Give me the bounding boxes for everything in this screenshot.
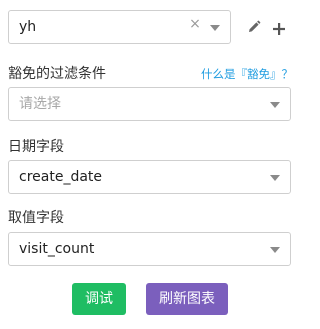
date-field-value: create_date: [19, 169, 103, 185]
plus-icon[interactable]: [273, 20, 285, 35]
filter-condition-label: 豁免的过滤条件: [8, 66, 106, 82]
what-is-exemption-link[interactable]: 什么是『豁免』？: [201, 66, 293, 82]
date-field-select[interactable]: create_date: [8, 160, 291, 194]
pencil-icon[interactable]: [247, 19, 261, 33]
date-field-label: 日期字段: [8, 139, 64, 155]
refresh-chart-button[interactable]: 刷新图表: [146, 283, 228, 315]
debug-button[interactable]: 调试: [72, 283, 126, 315]
chevron-down-icon: [270, 175, 280, 181]
clear-icon[interactable]: ×: [189, 17, 201, 31]
chevron-down-icon: [270, 247, 280, 253]
value-field-label: 取值字段: [8, 210, 64, 226]
filter-condition-select[interactable]: 请选择: [8, 87, 291, 121]
chevron-down-icon: [270, 102, 280, 108]
dimension-select-value: yh: [19, 19, 37, 35]
chevron-down-icon[interactable]: [210, 25, 220, 31]
value-field-value: visit_count: [19, 241, 95, 257]
value-field-select[interactable]: visit_count: [8, 232, 291, 266]
filter-condition-placeholder: 请选择: [19, 96, 61, 112]
